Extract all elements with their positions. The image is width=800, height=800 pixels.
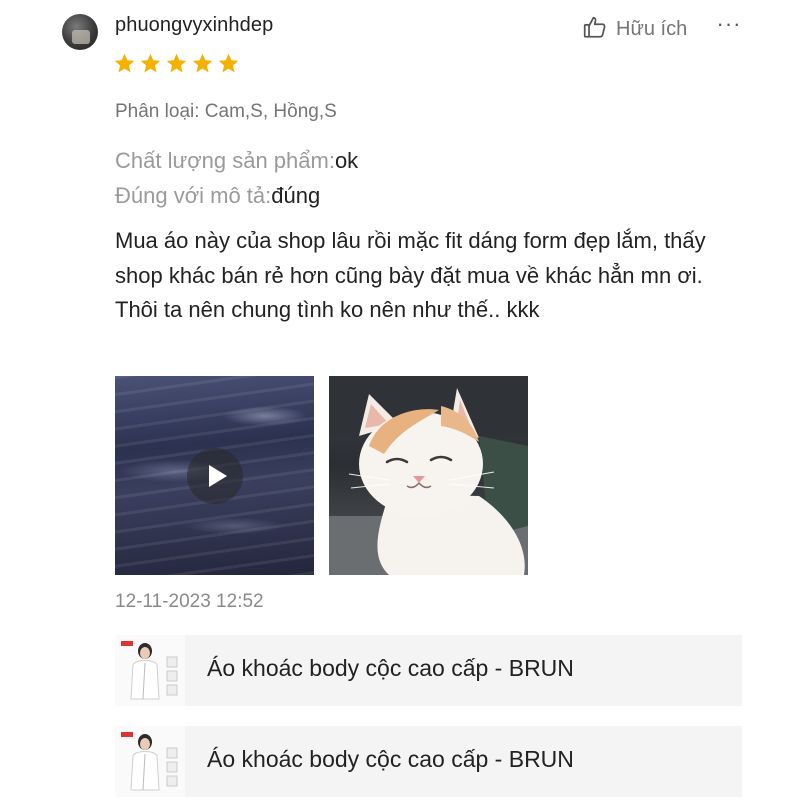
attribute-label: Chất lượng sản phẩm: — [115, 148, 335, 173]
star-icon — [166, 53, 187, 73]
more-options-button[interactable]: ··· — [716, 13, 742, 40]
cat-photo — [329, 376, 528, 575]
review-image-thumbnail[interactable] — [329, 376, 528, 575]
product-card[interactable]: Áo khoác body cộc cao cấp - BRUN — [115, 726, 742, 797]
product-name: Áo khoác body cộc cao cấp - BRUN — [207, 655, 574, 681]
product-card[interactable]: Áo khoác body cộc cao cấp - BRUN — [115, 635, 742, 706]
play-icon[interactable] — [187, 448, 243, 504]
star-icon — [114, 53, 135, 73]
star-icon — [192, 53, 213, 73]
avatar[interactable] — [62, 14, 98, 50]
attribute-value: đúng — [271, 183, 321, 208]
attribute-description-match: Đúng với mô tả:đúng — [115, 183, 320, 209]
helpful-label: Hữu ích — [616, 17, 688, 40]
review-timestamp: 12-11-2023 12:52 — [115, 591, 264, 612]
product-name: Áo khoác body cộc cao cấp - BRUN — [207, 746, 574, 772]
helpful-button[interactable]: Hữu ích — [582, 14, 687, 44]
star-icon — [140, 53, 161, 73]
attribute-value: ok — [334, 148, 359, 173]
product-thumbnail — [115, 635, 185, 706]
star-icon — [218, 53, 239, 73]
attribute-label: Đúng với mô tả: — [115, 183, 272, 208]
variation-label: Phân loại: Cam,S, Hồng,S — [115, 101, 337, 122]
rating-stars — [113, 52, 240, 75]
attribute-quality: Chất lượng sản phẩm:ok — [115, 148, 358, 174]
thumbs-up-icon — [582, 14, 608, 45]
review-comment: Mua áo này của shop lâu rồi mặc fit dáng… — [115, 228, 706, 322]
product-thumbnail — [115, 726, 185, 797]
review-video-thumbnail[interactable] — [115, 376, 314, 575]
username[interactable]: phuongvyxinhdep — [115, 14, 273, 37]
